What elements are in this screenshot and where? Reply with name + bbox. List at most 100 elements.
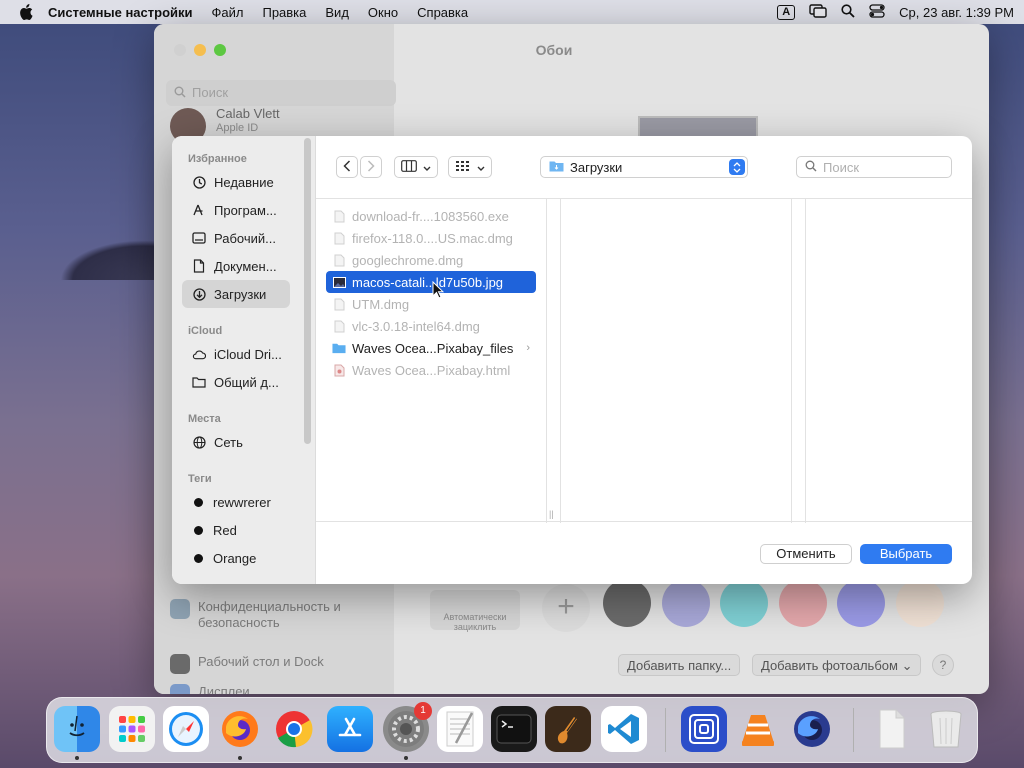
column-resize-handle[interactable]: || [549, 509, 554, 519]
sidebar-scrollbar[interactable] [304, 138, 311, 444]
vlc-icon[interactable] [735, 706, 781, 752]
terminal-icon[interactable] [491, 706, 537, 752]
file-name: firefox-118.0....US.mac.dmg [352, 230, 513, 246]
apps-icon [192, 203, 206, 217]
column-divider [560, 199, 561, 523]
sidebar-item-network[interactable]: Сеть [182, 428, 290, 456]
input-source-indicator[interactable]: A [777, 4, 796, 20]
cancel-button[interactable]: Отменить [760, 544, 852, 564]
sidebar-tag-red[interactable]: Red [182, 516, 290, 544]
location-popup[interactable]: Загрузки [540, 156, 748, 178]
chevron-down-icon: ⌄ [901, 658, 913, 673]
dock [46, 697, 978, 763]
running-indicator [238, 756, 242, 760]
file-name: download-fr....1083560.exe [352, 208, 509, 224]
file-item[interactable]: googlechrome.dmg [326, 249, 536, 271]
sidebar-item-displays[interactable]: Дисплеи [170, 684, 250, 694]
firefox-icon[interactable] [217, 706, 263, 752]
dialog-sidebar: Избранное Недавние Програм... Рабочий...… [172, 136, 316, 584]
chevron-right-icon [367, 159, 375, 175]
file-name: Waves Ocea...Pixabay_files [352, 340, 514, 356]
app-store-icon[interactable] [327, 706, 373, 752]
sidebar-item-applications[interactable]: Програм... [182, 196, 290, 224]
control-center-icon[interactable] [869, 3, 885, 21]
dialog-search-field[interactable]: Поиск [796, 156, 952, 178]
sidebar-item-label: Рабочий стол и Dock [198, 654, 324, 669]
group-mode-button[interactable] [448, 156, 492, 178]
search-icon [174, 86, 186, 101]
sidebar-item-label: Дисплеи [198, 684, 250, 694]
add-color-button[interactable]: + [542, 584, 590, 632]
settings-search-placeholder: Поиск [192, 85, 229, 100]
color-swatch[interactable] [896, 579, 944, 627]
settings-search-field[interactable]: Поиск [166, 80, 396, 106]
sidebar-item-privacy[interactable]: Конфиденциальность и безопасность [170, 599, 358, 631]
menu-app-name[interactable]: Системные настройки [48, 5, 193, 20]
firefox-developer-icon[interactable] [789, 706, 835, 752]
color-swatch[interactable] [603, 579, 651, 627]
sidebar-item-icloud-drive[interactable]: iCloud Dri... [182, 340, 290, 368]
forward-button[interactable] [360, 156, 382, 178]
color-swatch[interactable] [779, 579, 827, 627]
documents-stack-icon[interactable] [869, 706, 915, 752]
chevron-right-icon: › [526, 342, 530, 354]
view-mode-button[interactable] [394, 156, 438, 178]
sidebar-item-recents[interactable]: Недавние [182, 168, 290, 196]
spotlight-search-icon[interactable] [841, 3, 855, 21]
settings-title: Обои [535, 42, 573, 58]
color-swatch[interactable] [662, 579, 710, 627]
file-item[interactable]: vlc-3.0.18-intel64.dmg [326, 315, 536, 337]
sidebar-tag-rewwrerer[interactable]: rewwrerer [182, 488, 290, 516]
sidebar-item-label: Red [213, 522, 237, 538]
utm-icon[interactable] [681, 706, 727, 752]
sidebar-item-label: Orange [213, 550, 257, 566]
color-swatch[interactable] [720, 579, 768, 627]
column-browser: || download-fr....1083560.exe firefox-11… [316, 198, 972, 523]
file-item[interactable]: UTM.dmg [326, 293, 536, 315]
auto-rotate-tile[interactable]: Автоматически зациклить [430, 590, 520, 632]
safari-icon[interactable] [163, 706, 209, 752]
menu-clock[interactable]: Ср, 23 авг. 1:39 PM [899, 5, 1014, 20]
apple-id-row[interactable]: Calab Vlett Apple ID [170, 106, 380, 144]
menu-view[interactable]: Вид [325, 5, 349, 20]
menu-edit[interactable]: Правка [262, 5, 306, 20]
file-name: vlc-3.0.18-intel64.dmg [352, 318, 480, 334]
menu-file[interactable]: Файл [212, 5, 244, 20]
help-button[interactable]: ? [932, 654, 954, 676]
add-folder-button[interactable]: Добавить папку... [618, 654, 741, 676]
sidebar-item-shared[interactable]: Общий д... [182, 368, 290, 396]
launchpad-icon[interactable] [109, 706, 155, 752]
menu-help[interactable]: Справка [417, 5, 468, 20]
menu-window[interactable]: Окно [368, 5, 398, 20]
sidebar-item-desktop-dock[interactable]: Рабочий стол и Dock [170, 654, 324, 674]
file-icon [332, 297, 346, 311]
file-item[interactable]: Waves Ocea...Pixabay.html [326, 359, 536, 381]
sidebar-item-downloads[interactable]: Загрузки [182, 280, 290, 308]
dock-separator [853, 708, 854, 752]
sidebar-tag-orange[interactable]: Orange [182, 544, 290, 572]
folder-item[interactable]: Waves Ocea...Pixabay_files › [326, 337, 536, 359]
file-item[interactable]: download-fr....1083560.exe [326, 205, 536, 227]
vscode-icon[interactable] [601, 706, 647, 752]
garageband-icon[interactable] [545, 706, 591, 752]
cloud-icon [192, 347, 206, 361]
add-album-button[interactable]: Добавить фотоальбом ⌄ [752, 654, 922, 676]
chrome-icon[interactable] [271, 706, 317, 752]
finder-icon[interactable] [54, 706, 100, 752]
sidebar-item-desktop[interactable]: Рабочий... [182, 224, 290, 252]
downloads-folder-icon [549, 160, 564, 175]
color-swatch[interactable] [837, 579, 885, 627]
screen-mirroring-icon[interactable] [809, 3, 827, 21]
apple-menu-icon[interactable] [18, 4, 34, 20]
menu-bar: Системные настройки Файл Правка Вид Окно… [0, 0, 1024, 24]
sidebar-item-documents[interactable]: Докумен... [182, 252, 290, 280]
textedit-icon[interactable] [437, 706, 483, 752]
choose-button[interactable]: Выбрать [860, 544, 952, 564]
file-icon [332, 319, 346, 333]
file-item-selected[interactable]: macos-catali...ld7u50b.jpg [326, 271, 536, 293]
trash-icon[interactable] [923, 706, 969, 752]
file-item[interactable]: firefox-118.0....US.mac.dmg [326, 227, 536, 249]
file-name: googlechrome.dmg [352, 252, 464, 268]
user-name: Calab Vlett [216, 106, 280, 121]
back-button[interactable] [336, 156, 358, 178]
